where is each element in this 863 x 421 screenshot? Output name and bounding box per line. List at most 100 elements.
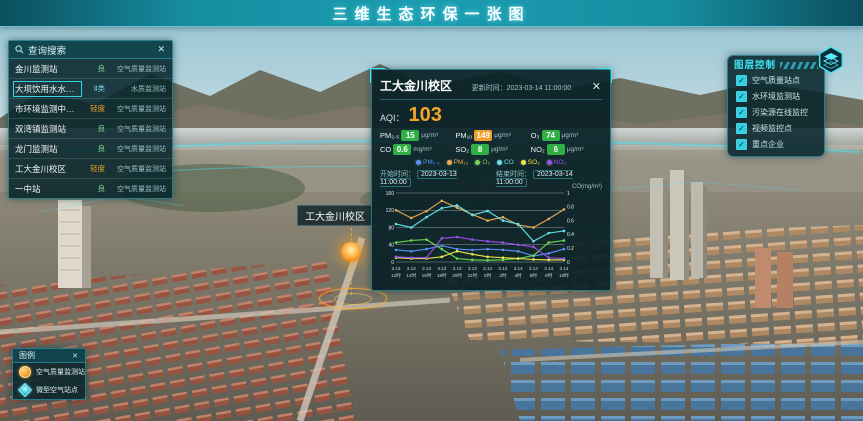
title-bar: 三维生态环保一张图: [0, 0, 863, 26]
aqi-value: 103: [409, 104, 442, 127]
search-result-row[interactable]: 工大金川校区轻度空气质量监测站: [9, 159, 172, 179]
svg-text:80: 80: [388, 225, 394, 231]
layer-checkbox-row[interactable]: ✓水环境监测站: [728, 88, 824, 104]
search-result-row[interactable]: 双湾镇监测站良空气质量监测站: [9, 119, 172, 139]
pollutant-value-chip: 8: [471, 144, 489, 155]
chart-legend-item[interactable]: PM₂.₅: [416, 159, 440, 166]
station-detail-popup: 工大金川校区 更新时间：2023-03-14 11:00:00 ✕ AQI： 1…: [371, 69, 611, 291]
map-station-billboard[interactable]: 工大金川校区: [297, 205, 373, 226]
pollutant-unit: μg/m³: [567, 146, 584, 153]
svg-text:3.142时: 3.142时: [498, 266, 507, 278]
app-root: 工大金川校区 三维生态环保一张图 查询搜索 ✕ 金川监测站良空气质量监测站大坝饮…: [0, 0, 863, 421]
layer-checkbox[interactable]: ✓: [736, 91, 747, 102]
chart-legend-item[interactable]: SO₂: [521, 159, 540, 166]
pollutant-value-chip: 6: [547, 144, 565, 155]
layer-checkbox[interactable]: ✓: [736, 75, 747, 86]
layer-label: 污染源在线监控: [752, 107, 808, 118]
station-name: 龙门监测站: [15, 143, 80, 155]
search-icon: [15, 45, 24, 54]
pollutant-name: CO: [380, 145, 391, 154]
svg-text:0: 0: [567, 260, 570, 266]
layer-panel-title: 图层控制: [734, 57, 776, 71]
pollutant-item: SO₂8μg/m³: [455, 144, 526, 155]
station-marker-icon[interactable]: [341, 242, 361, 262]
aqi-level: 良: [83, 143, 105, 154]
pollutant-name: PM₂.₅: [380, 131, 399, 140]
station-type: 水质监测站: [108, 84, 166, 94]
search-result-row[interactable]: 大坝饮用水水源地Ⅱ类水质监测站: [9, 79, 172, 99]
pollutant-chart: 0408012016000.20.40.60.813.1312时3.1314时3…: [380, 188, 584, 284]
layer-control-panel: 图层控制 ✓空气质量站点✓水环境监测站✓污染源在线监控✓视频监控点✓重点企业: [727, 55, 825, 157]
station-name: 一中站: [15, 183, 80, 195]
pollutant-item: PM₁₀149μg/m³: [455, 130, 526, 141]
svg-text:0: 0: [391, 260, 394, 266]
layer-label: 重点企业: [752, 139, 784, 150]
right-axis-unit: CO(mg/m³): [572, 184, 602, 190]
station-type: 空气质量监测站: [108, 144, 166, 154]
marker-pulse-ring-inner: [334, 293, 372, 305]
layer-checkbox-row[interactable]: ✓ 重点企业: [728, 136, 824, 152]
layer-checkbox-row[interactable]: ✓ 污染源在线监控: [728, 104, 824, 120]
legend-dot: [416, 160, 421, 165]
legend-label: O₃: [482, 159, 490, 166]
chart-legend-item[interactable]: NO₂: [547, 159, 566, 166]
legend-item-label: 空气质量监测站: [36, 367, 85, 377]
cyan-marker-icon: [18, 383, 32, 397]
station-type: 空气质量监测站: [108, 124, 166, 134]
chart-legend-item[interactable]: CO: [497, 159, 514, 166]
layer-label: 空气质量站点: [752, 75, 800, 86]
svg-text:1: 1: [567, 191, 570, 197]
page-title: 三维生态环保一张图: [332, 3, 530, 24]
svg-text:3.146时: 3.146时: [529, 266, 538, 278]
pollutant-value-chip: 15: [401, 130, 419, 141]
layer-checkbox[interactable]: ✓: [736, 139, 747, 150]
update-time: 更新时间：2023-03-14 11:00:00: [472, 83, 571, 93]
close-icon[interactable]: ✕: [591, 80, 602, 93]
station-name: 双湾镇监测站: [15, 123, 80, 135]
pollutant-unit: μg/m³: [494, 132, 511, 139]
pollutant-unit: μg/m³: [421, 132, 438, 139]
layer-label: 视频监控点: [752, 123, 792, 134]
svg-text:0.8: 0.8: [567, 205, 574, 211]
chart-legend-item[interactable]: PM₁₀: [447, 159, 469, 166]
legend-label: PM₂.₅: [423, 159, 440, 166]
layer-checkbox-row[interactable]: ✓ 空气质量站点: [728, 72, 824, 88]
layer-checkbox[interactable]: ✓: [736, 107, 747, 118]
layer-checkbox[interactable]: ✓: [736, 123, 747, 134]
pollutant-unit: μg/m³: [491, 146, 508, 153]
pollutant-name: O₃: [531, 131, 540, 140]
station-type: 空气质量监测站: [108, 184, 166, 194]
pollutant-name: SO₂: [455, 145, 469, 154]
svg-text:3.148时: 3.148时: [544, 266, 553, 278]
legend-dot: [447, 160, 452, 165]
svg-text:3.1316时: 3.1316时: [422, 266, 432, 278]
pollutant-name: PM₁₀: [455, 131, 472, 140]
chart-legend-item[interactable]: O₃: [475, 159, 490, 166]
close-icon[interactable]: ✕: [156, 44, 166, 55]
search-result-row[interactable]: 市环境监测中心站轻度空气质量监测站: [9, 99, 172, 119]
chart-area: CO(mg/m³) 0408012016000.20.40.60.813.131…: [380, 188, 602, 284]
search-result-row[interactable]: 龙门监测站良空气质量监测站: [9, 139, 172, 159]
legend-dot: [497, 160, 502, 165]
search-results-list: 金川监测站良空气质量监测站大坝饮用水水源地Ⅱ类水质监测站市环境监测中心站轻度空气…: [9, 59, 172, 198]
legend-item: 空气质量监测站: [13, 363, 85, 381]
layer-list: ✓空气质量站点✓水环境监测站✓污染源在线监控✓视频监控点✓重点企业: [728, 72, 824, 152]
legend-label: SO₂: [528, 159, 540, 166]
layer-panel-header: 图层控制: [728, 56, 824, 72]
aqi-level: 轻度: [83, 103, 105, 114]
pollutant-grid: PM₂.₅15μg/m³PM₁₀149μg/m³O₃74μg/m³CO0.6mg…: [380, 130, 602, 155]
close-icon[interactable]: ✕: [71, 352, 79, 360]
layer-checkbox-row[interactable]: ✓ 视频监控点: [728, 120, 824, 136]
pollutant-item: CO0.6mg/m³: [380, 144, 451, 155]
svg-text:160: 160: [386, 191, 395, 197]
search-result-row[interactable]: 金川监测站良空气质量监测站: [9, 59, 172, 79]
chart-legend: PM₂.₅ PM₁₀ O₃ CO SO₂ NO₂: [380, 159, 602, 166]
search-result-row[interactable]: 一中站良空气质量监测站: [9, 179, 172, 198]
divider: [380, 99, 602, 100]
station-type: 空气质量监测站: [108, 164, 166, 174]
legend-list: 空气质量监测站微型空气站点: [13, 363, 85, 399]
orange-marker-icon: [19, 366, 31, 378]
search-results-panel: 查询搜索 ✕ 金川监测站良空气质量监测站大坝饮用水水源地Ⅱ类水质监测站市环境监测…: [8, 40, 173, 199]
legend-panel-header: 图例 ✕: [13, 349, 85, 363]
layer-hexagon-button[interactable]: [816, 45, 846, 75]
